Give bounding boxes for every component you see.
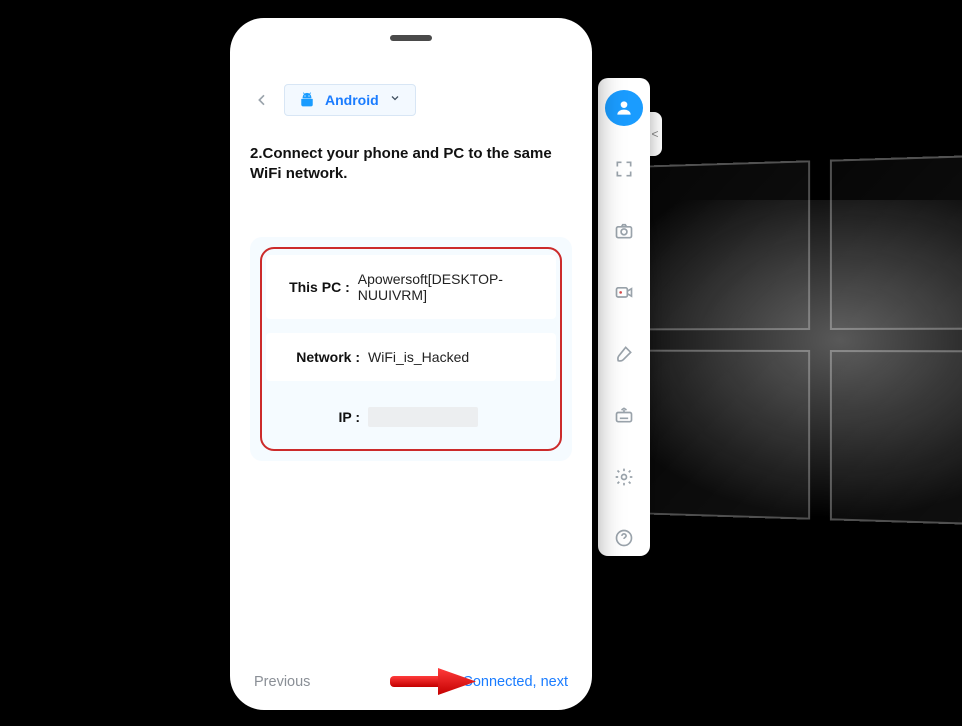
expand-chevron-icon: <: [651, 127, 658, 141]
back-button[interactable]: [250, 88, 274, 112]
screenshot-button[interactable]: [605, 213, 643, 249]
connection-info-card: This PC : Apowersoft[DESKTOP-NUUIVRM] Ne…: [250, 237, 572, 461]
toolbar-expand-tab[interactable]: <: [648, 112, 662, 156]
side-toolbar: [598, 78, 650, 556]
next-button[interactable]: Connected, next: [462, 674, 568, 690]
pc-value: Apowersoft[DESKTOP-NUUIVRM]: [358, 271, 546, 303]
highlighted-box: This PC : Apowersoft[DESKTOP-NUUIVRM] Ne…: [260, 247, 562, 451]
fullscreen-button[interactable]: [605, 152, 643, 188]
instruction-text: 2.Connect your phone and PC to the same …: [250, 144, 572, 185]
pc-row: This PC : Apowersoft[DESKTOP-NUUIVRM]: [266, 255, 556, 319]
windows-logo-background: [647, 154, 962, 526]
help-button[interactable]: [605, 521, 643, 557]
ip-value-redacted: [368, 407, 478, 427]
os-label: Android: [325, 92, 379, 108]
keyboard-icon: [614, 405, 634, 425]
network-value: WiFi_is_Hacked: [368, 349, 469, 365]
account-button[interactable]: [605, 90, 643, 126]
previous-button[interactable]: Previous: [254, 674, 310, 690]
record-button[interactable]: [605, 275, 643, 311]
os-select-dropdown[interactable]: Android: [284, 84, 416, 116]
network-row: Network : WiFi_is_Hacked: [266, 333, 556, 381]
wizard-footer: Previous Connected, next: [254, 674, 568, 690]
ip-row: IP :: [266, 391, 556, 443]
gear-icon: [614, 467, 634, 487]
help-icon: [614, 528, 634, 548]
camera-icon: [614, 221, 634, 241]
user-icon: [614, 98, 634, 118]
fullscreen-icon: [614, 159, 634, 179]
phone-frame: Android 2.Connect your phone and PC to t…: [230, 18, 592, 710]
ip-label: IP :: [276, 409, 360, 425]
video-camera-icon: [614, 282, 634, 302]
brush-icon: [614, 344, 634, 364]
draw-button[interactable]: [605, 336, 643, 372]
chevron-down-icon: [389, 91, 401, 109]
phone-speaker: [390, 35, 432, 41]
keyboard-button[interactable]: [605, 398, 643, 434]
android-icon: [299, 92, 315, 108]
pc-label: This PC :: [276, 279, 350, 295]
settings-button[interactable]: [605, 459, 643, 495]
chevron-left-icon: [254, 92, 270, 108]
network-label: Network :: [276, 349, 360, 365]
